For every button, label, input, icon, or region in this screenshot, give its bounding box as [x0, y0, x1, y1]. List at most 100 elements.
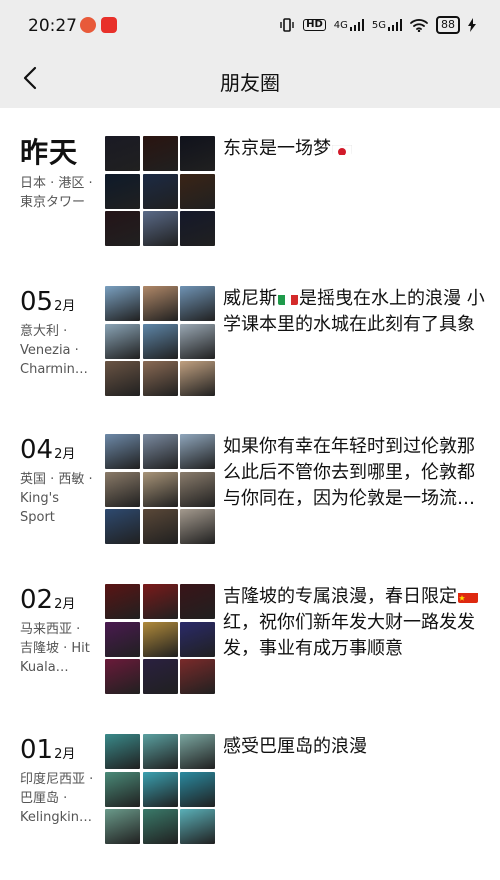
photo-thumbnail[interactable]	[142, 809, 178, 844]
photo-thumbnail[interactable]	[105, 471, 140, 507]
photo-thumbnail[interactable]	[142, 734, 178, 769]
date-day: 02	[20, 585, 54, 615]
photo-thumbnail[interactable]	[105, 136, 140, 171]
entry-date: 022月马来西亚 · 吉隆坡 · Hit Kuala Lumpur	[20, 584, 104, 677]
network-5g-label: 5G	[371, 20, 386, 31]
photo-thumbnail[interactable]	[105, 659, 140, 694]
photo-thumbnail[interactable]	[105, 173, 140, 209]
date-month: 2月	[54, 597, 76, 612]
photo-thumbnail[interactable]	[180, 286, 215, 321]
photo-thumbnail[interactable]	[142, 211, 178, 246]
moment-text-part: 吉隆坡的专属浪漫，春日限定	[223, 586, 457, 607]
moment-entry[interactable]: 022月马来西亚 · 吉隆坡 · Hit Kuala Lumpur 吉隆坡的专属浪…	[0, 584, 500, 704]
entry-date: 昨天 日本 · 港区 · 東京タワー	[20, 136, 104, 212]
photo-thumbnail[interactable]	[105, 734, 140, 769]
entry-date: 042月英国 · 西敏 · King's Sport	[20, 434, 104, 527]
photo-thumbnail[interactable]	[180, 173, 215, 209]
photo-thumbnail[interactable]	[105, 286, 140, 321]
moment-text-part: 威尼斯	[223, 288, 277, 309]
photo-grid[interactable]	[105, 584, 215, 694]
moment-text[interactable]: 东京是一场梦	[223, 136, 485, 162]
entry-date: 052月意大利 · Venezia · Charming Venice	[20, 286, 104, 379]
location-label[interactable]: 英国 · 西敏 · King's Sport	[20, 470, 94, 527]
photo-thumbnail[interactable]	[105, 621, 140, 657]
photo-thumbnail[interactable]	[142, 584, 178, 619]
italy-flag-icon	[278, 291, 298, 305]
photo-thumbnail[interactable]	[105, 771, 140, 807]
moment-entry[interactable]: 052月意大利 · Venezia · Charming Venice 威尼斯是摇…	[0, 286, 500, 406]
photo-thumbnail[interactable]	[180, 434, 215, 469]
moment-text-part: 感受巴厘岛的浪漫	[223, 736, 367, 757]
moment-text-part: 东京是一场梦	[223, 138, 331, 159]
location-label[interactable]: 日本 · 港区 · 東京タワー	[20, 174, 94, 212]
date-month: 2月	[54, 299, 76, 314]
photo-thumbnail[interactable]	[180, 136, 215, 171]
photo-thumbnail[interactable]	[142, 136, 178, 171]
photo-thumbnail[interactable]	[180, 659, 215, 694]
photo-thumbnail[interactable]	[142, 173, 178, 209]
moment-entry[interactable]: 昨天 日本 · 港区 · 東京タワー 东京是一场梦	[0, 136, 500, 256]
date-day: 04	[20, 435, 54, 465]
photo-thumbnail[interactable]	[180, 471, 215, 507]
photo-thumbnail[interactable]	[105, 809, 140, 844]
photo-thumbnail[interactable]	[105, 584, 140, 619]
photo-thumbnail[interactable]	[105, 434, 140, 469]
date-day: 01	[20, 735, 54, 765]
moment-text[interactable]: 如果你有幸在年轻时到过伦敦那么此后不管你去到哪里，伦敦都与你同在，因为伦敦是一场…	[223, 434, 485, 512]
photo-thumbnail[interactable]	[142, 323, 178, 359]
entry-date: 012月印度尼西亚 · 巴厘岛 · Kelingking Beach	[20, 734, 104, 827]
photo-thumbnail[interactable]	[180, 734, 215, 769]
location-label[interactable]: 意大利 · Venezia · Charming Venice	[20, 322, 94, 379]
app-notification-icon	[101, 17, 117, 33]
photo-thumbnail[interactable]	[105, 323, 140, 359]
photo-thumbnail[interactable]	[142, 771, 178, 807]
photo-thumbnail[interactable]	[180, 361, 215, 396]
photo-thumbnail[interactable]	[180, 809, 215, 844]
photo-thumbnail[interactable]	[142, 361, 178, 396]
photo-grid[interactable]	[105, 286, 215, 396]
moment-text[interactable]: 感受巴厘岛的浪漫	[223, 734, 485, 760]
signal-bars-icon	[388, 19, 402, 31]
photo-thumbnail[interactable]	[142, 434, 178, 469]
moment-text[interactable]: 吉隆坡的专属浪漫，春日限定红，祝你们新年发大财一路发发发，事业有成万事顺意	[223, 584, 485, 662]
system-icons: HD 4G 5G 88	[279, 16, 476, 34]
photo-thumbnail[interactable]	[142, 621, 178, 657]
photo-thumbnail[interactable]	[180, 771, 215, 807]
moment-text[interactable]: 威尼斯 是摇曳在水上的浪漫 小学课本里的水城在此刻有了具象	[223, 286, 485, 338]
photo-thumbnail[interactable]	[180, 621, 215, 657]
hd-indicator: HD	[303, 19, 326, 31]
japan-flag-icon	[332, 141, 352, 155]
location-label[interactable]: 马来西亚 · 吉隆坡 · Hit Kuala Lumpur	[20, 620, 94, 677]
photo-thumbnail[interactable]	[142, 286, 178, 321]
app-notification-icon	[80, 17, 96, 33]
photo-thumbnail[interactable]	[180, 509, 215, 544]
photo-thumbnail[interactable]	[105, 211, 140, 246]
location-label[interactable]: 印度尼西亚 · 巴厘岛 · Kelingking Beach	[20, 770, 94, 827]
photo-thumbnail[interactable]	[142, 659, 178, 694]
date-month: 2月	[54, 447, 76, 462]
photo-grid[interactable]	[105, 136, 215, 246]
photo-thumbnail[interactable]	[180, 584, 215, 619]
status-bar: 20:27 HD 4G 5G 88	[0, 0, 500, 52]
photo-thumbnail[interactable]	[105, 509, 140, 544]
photo-thumbnail[interactable]	[142, 509, 178, 544]
photo-thumbnail[interactable]	[180, 211, 215, 246]
moment-text-part: 红，祝你们新年发大财一路发发发，事业有成万事顺意	[223, 612, 475, 659]
photo-thumbnail[interactable]	[180, 323, 215, 359]
wifi-icon	[410, 19, 428, 32]
moment-entry[interactable]: 042月英国 · 西敏 · King's Sport 如果你有幸在年轻时到过伦敦那…	[0, 434, 500, 554]
battery-indicator: 88	[436, 16, 460, 34]
signal-bars-icon	[349, 19, 364, 31]
china-flag-icon	[458, 589, 478, 603]
photo-thumbnail[interactable]	[105, 361, 140, 396]
vibrate-icon	[280, 18, 294, 32]
photo-grid[interactable]	[105, 734, 215, 844]
photo-thumbnail[interactable]	[142, 471, 178, 507]
date-month: 2月	[54, 747, 76, 762]
status-time: 20:27	[28, 16, 77, 36]
page-title: 朋友圈	[220, 71, 280, 95]
network-4g-label: 4G	[333, 20, 348, 31]
moment-entry[interactable]: 012月印度尼西亚 · 巴厘岛 · Kelingking Beach 感受巴厘岛的…	[0, 734, 500, 854]
header-bar: 朋友圈	[0, 52, 500, 108]
photo-grid[interactable]	[105, 434, 215, 544]
